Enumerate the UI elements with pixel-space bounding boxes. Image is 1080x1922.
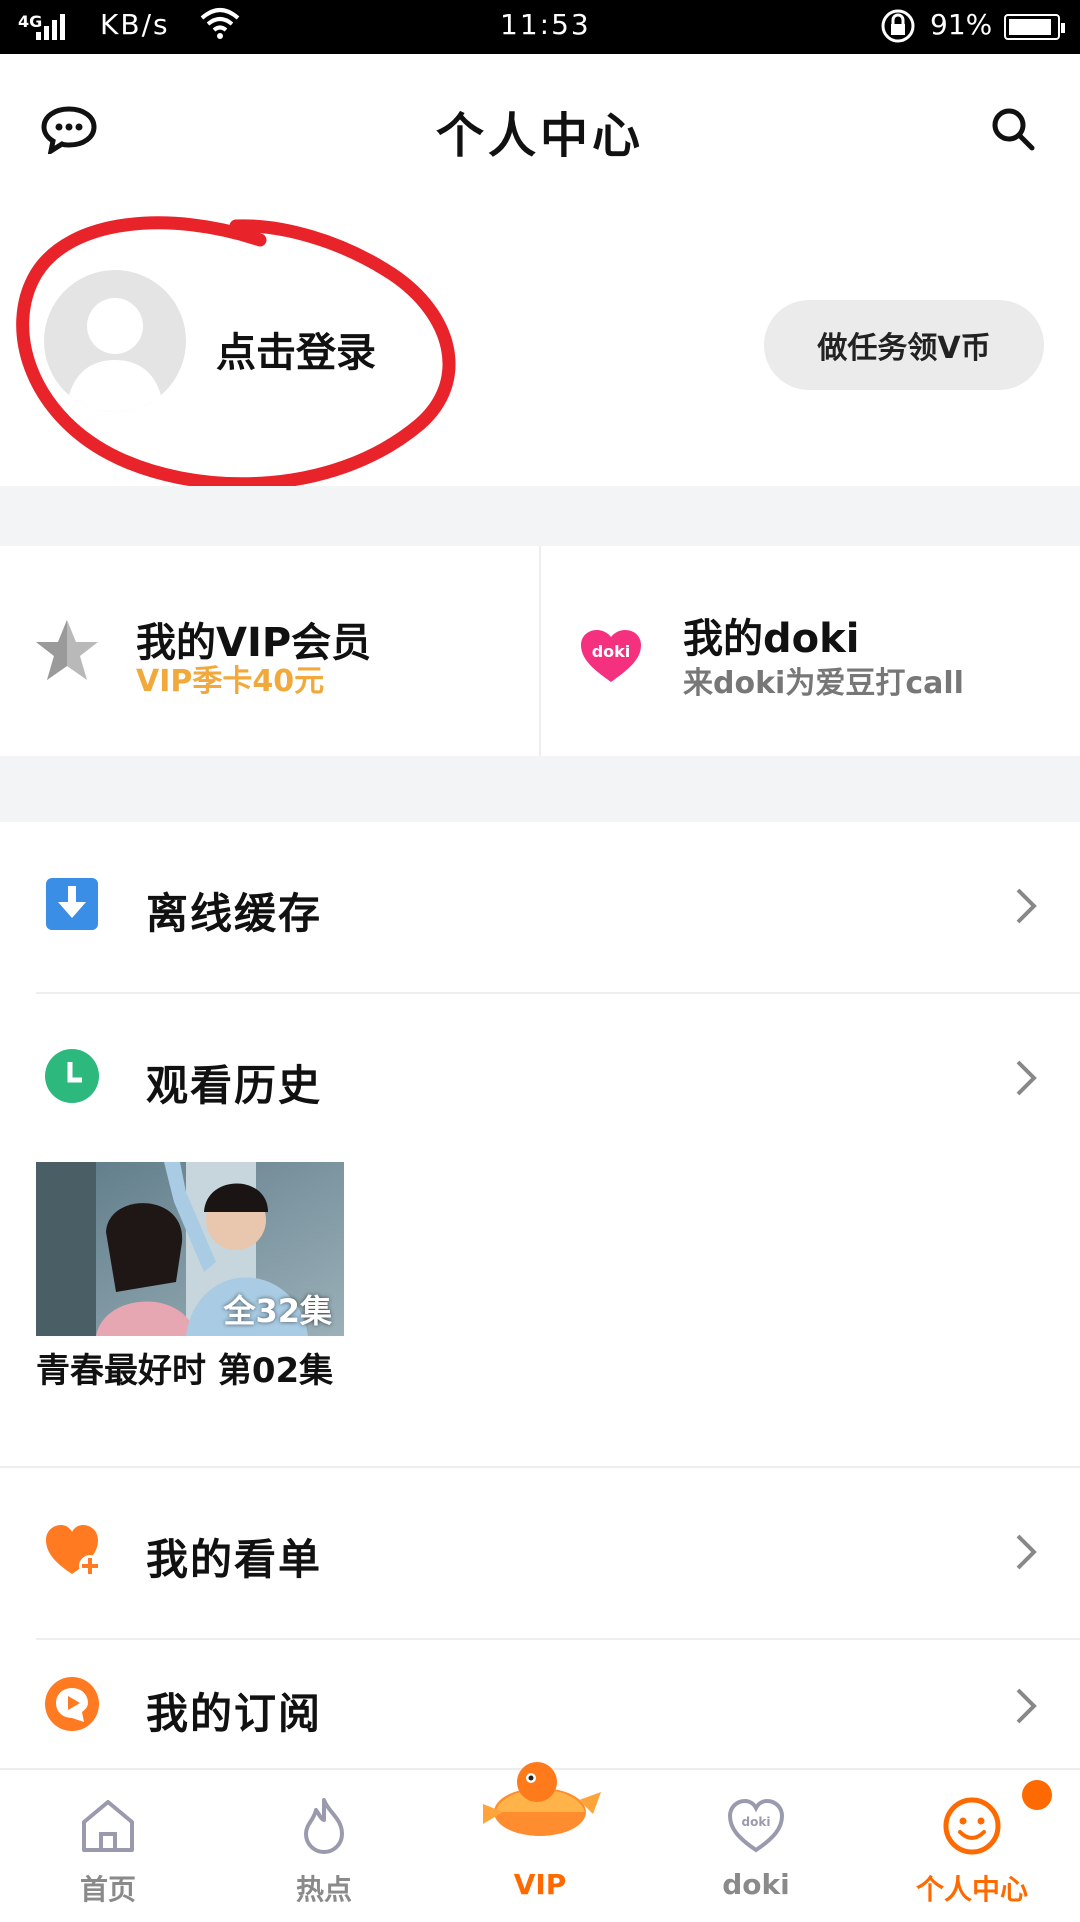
chevron-right-icon [1014,886,1038,926]
clock-icon [44,1048,100,1104]
vip-koi-icon [483,1762,601,1836]
tab-label: 个人中心 [915,1873,1028,1906]
doki-logo-icon: doki [579,628,643,684]
tab-label: 首页 [79,1873,136,1906]
svg-text:doki: doki [742,1815,771,1829]
menu-label: 我的订阅 [146,1689,323,1738]
doki-card[interactable]: doki 我的doki 来doki为爱豆打call [541,546,1080,756]
episode-count: 全32集 [223,1292,332,1330]
red-circle-annotation [16,216,456,491]
tab-hot[interactable]: 热点 [216,1770,432,1922]
page-title: 个人中心 [435,108,644,164]
history-thumbnail[interactable]: 全32集 [36,1162,344,1336]
doki-title: 我的doki [683,616,860,662]
bottom-tab-bar: 首页 热点 VIP doki doki 个人中心 [0,1762,1080,1922]
doki-subtitle: 来doki为爱豆打call [683,666,964,701]
home-icon [82,1800,134,1852]
download-icon [44,876,100,932]
tab-doki[interactable]: doki doki [648,1770,864,1922]
doki-heart-icon: doki [727,1798,785,1853]
top-header: 个人中心 [0,54,1080,204]
menu-watchlist[interactable]: 我的看单 [0,1468,1080,1638]
smiley-icon [943,1797,1001,1855]
history-item-title[interactable]: 青春最好时 第02集 [36,1350,356,1392]
membership-row: 我的VIP会员 VIP季卡40元 doki 我的doki 来doki为爱豆打ca… [0,546,1080,756]
vip-offer: VIP季卡40元 [136,664,325,699]
status-bar: 4G KB/s 11:53 91% [0,0,1080,54]
subscribe-icon [44,1676,100,1732]
section-gap [0,486,1080,546]
notification-dot [1022,1780,1052,1810]
tab-label: VIP [513,1868,567,1901]
menu-label: 我的看单 [146,1535,323,1584]
menu-subscriptions[interactable]: 我的订阅 [0,1640,1080,1768]
profile-section: 点击登录 做任务领V币 [0,204,1080,491]
search-icon[interactable] [990,106,1036,152]
menu-label: 观看历史 [146,1061,323,1110]
flame-icon [304,1798,344,1854]
chevron-right-icon [1014,1532,1038,1572]
chevron-right-icon [1014,1058,1038,1098]
section-gap [0,756,1080,822]
vip-member-card[interactable]: 我的VIP会员 VIP季卡40元 [0,546,539,756]
menu-label: 离线缓存 [146,889,323,938]
tab-home[interactable]: 首页 [0,1770,216,1922]
heart-plus-icon [44,1522,101,1578]
earn-vcoin-button[interactable]: 做任务领V币 [764,300,1044,390]
battery-percent: 91% [930,8,993,41]
tab-label: doki [722,1868,790,1901]
rotation-lock-icon [880,8,916,51]
menu-offline-cache[interactable]: 离线缓存 [0,822,1080,992]
tab-label: 热点 [295,1873,352,1906]
chevron-right-icon [1014,1686,1038,1726]
signal-icon [36,14,68,40]
network-speed: KB/s [100,8,170,41]
wifi-icon [200,6,240,48]
tab-vip[interactable]: VIP [432,1762,648,1922]
menu-watch-history[interactable]: 观看历史 [0,994,1080,1164]
battery-icon [1004,14,1065,40]
star-icon [34,618,100,686]
clock: 11:53 [500,8,591,41]
